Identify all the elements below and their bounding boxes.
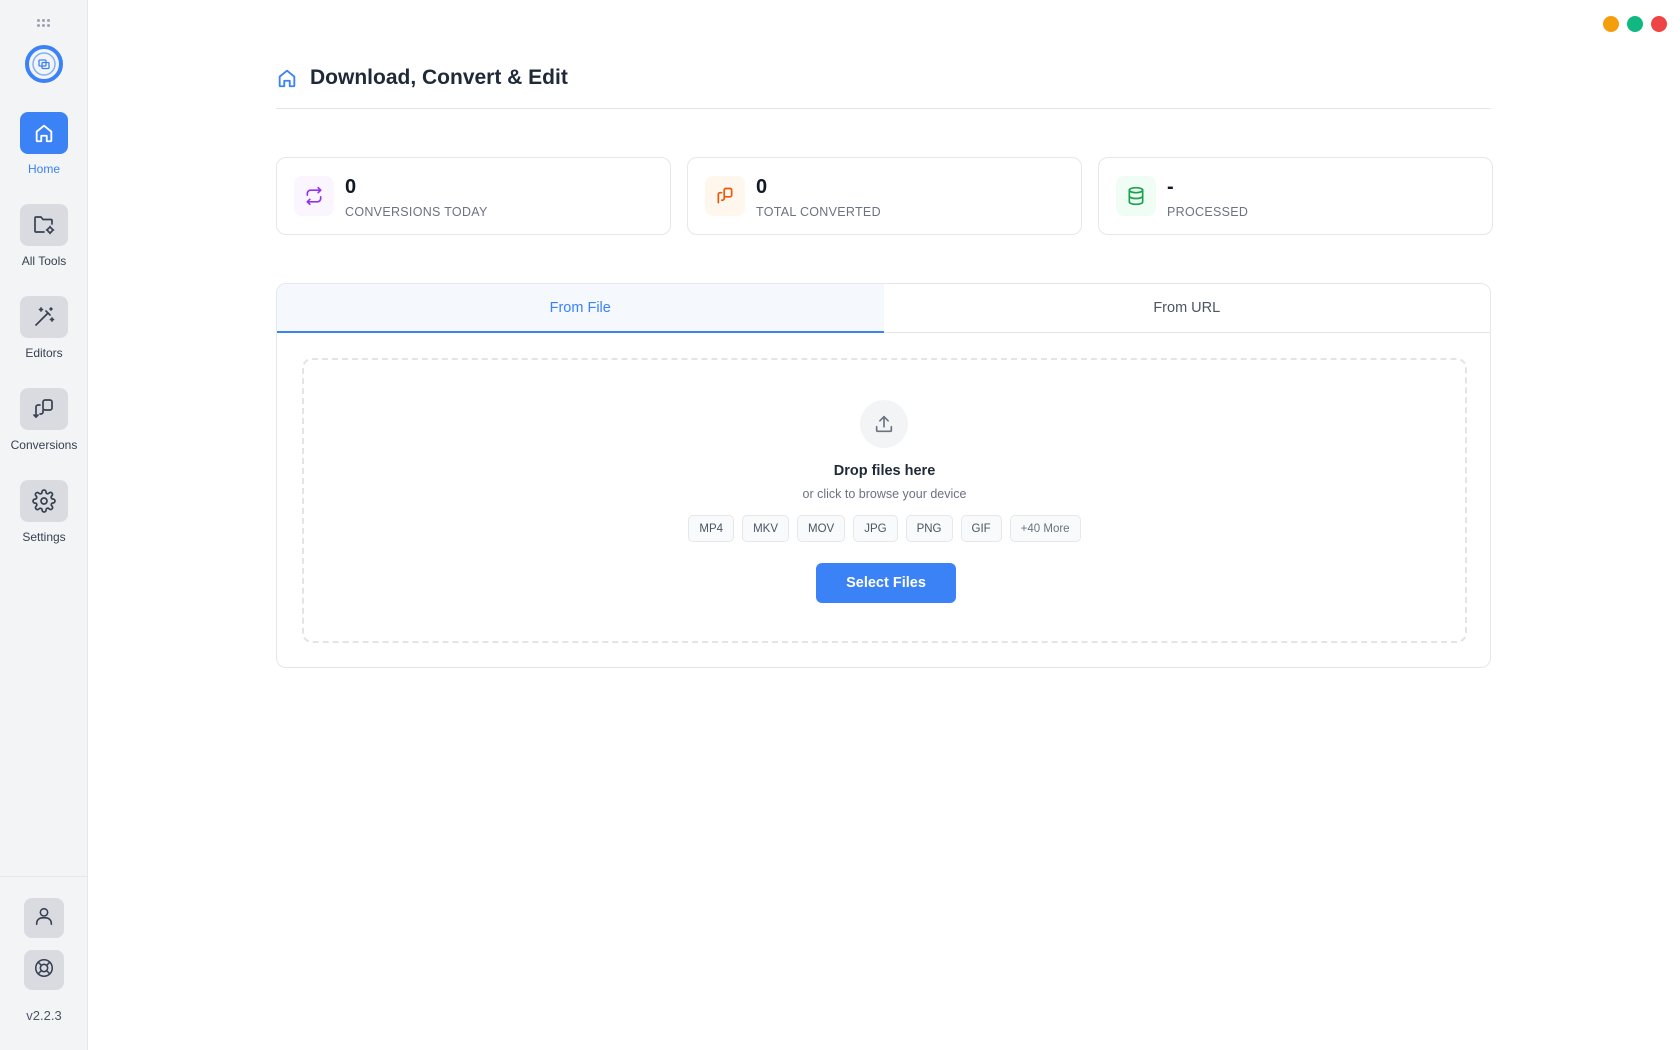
sidebar-item-label: Settings <box>22 530 66 544</box>
sidebar: Home All Tools Editors Conversions Setti… <box>0 0 88 1050</box>
sidebar-item-editors[interactable]: Editors <box>0 296 88 360</box>
maximize-window-button[interactable] <box>1627 16 1643 32</box>
stat-value: 0 <box>756 176 768 198</box>
file-dropzone[interactable]: Drop files here or click to browse your … <box>302 358 1467 643</box>
database-icon <box>1116 176 1156 216</box>
help-button[interactable] <box>24 950 64 990</box>
stat-card-total-converted: 0 TOTAL CONVERTED <box>687 157 1082 235</box>
sidebar-divider <box>0 876 88 877</box>
repeat-icon <box>294 176 334 216</box>
stat-label: CONVERSIONS TODAY <box>345 205 488 219</box>
supported-formats: MP4 MKV MOV JPG PNG GIF +40 More <box>304 515 1465 542</box>
home-icon <box>20 112 68 154</box>
account-button[interactable] <box>24 898 64 938</box>
dropzone-subtitle: or click to browse your device <box>802 487 967 501</box>
upload-icon <box>860 400 908 448</box>
stat-value: 0 <box>345 176 357 198</box>
dropzone-title: Drop files here <box>833 463 936 479</box>
close-window-button[interactable] <box>1651 16 1667 32</box>
lifebuoy-icon <box>33 957 55 984</box>
app-version: v2.2.3 <box>26 1008 62 1023</box>
more-formats-badge: +40 More <box>1009 515 1081 542</box>
format-badge: MP4 <box>688 515 735 542</box>
stat-value: - <box>1167 176 1174 198</box>
format-badge: PNG <box>905 515 953 542</box>
sidebar-item-label: All Tools <box>21 254 67 268</box>
stat-label: TOTAL CONVERTED <box>756 205 881 219</box>
app-logo-icon <box>23 43 65 85</box>
stat-card-processed: - PROCESSED <box>1098 157 1493 235</box>
copy-convert-icon <box>20 388 68 430</box>
stat-label: PROCESSED <box>1167 205 1249 219</box>
copy-convert-icon <box>705 176 745 216</box>
format-badge: GIF <box>960 515 1002 542</box>
sidebar-item-label: Conversions <box>10 438 78 452</box>
select-files-button[interactable]: Select Files <box>816 563 956 603</box>
sidebar-item-label: Editors <box>25 346 63 360</box>
magic-wand-icon <box>20 296 68 338</box>
window-controls <box>1603 16 1667 32</box>
sidebar-item-conversions[interactable]: Conversions <box>0 388 88 452</box>
stat-card-conversions-today: 0 CONVERSIONS TODAY <box>276 157 671 235</box>
tab-from-file[interactable]: From File <box>277 284 884 333</box>
upload-panel: From File From URL Drop files here or cl… <box>276 283 1491 668</box>
sidebar-item-label: Home <box>27 162 60 176</box>
sidebar-item-settings[interactable]: Settings <box>0 480 88 544</box>
sidebar-item-all-tools[interactable]: All Tools <box>0 204 88 268</box>
format-badge: MOV <box>797 515 846 542</box>
format-badge: JPG <box>853 515 898 542</box>
source-tabs: From File From URL <box>277 284 1490 333</box>
folder-gear-icon <box>20 204 68 246</box>
drag-handle-icon[interactable] <box>37 19 51 27</box>
minimize-window-button[interactable] <box>1603 16 1619 32</box>
home-icon <box>276 67 298 94</box>
sidebar-item-home[interactable]: Home <box>0 112 88 176</box>
tab-from-url[interactable]: From URL <box>884 284 1491 332</box>
page-title: Download, Convert & Edit <box>310 66 568 89</box>
gear-icon <box>20 480 68 522</box>
user-icon <box>33 905 55 932</box>
format-badge: MKV <box>742 515 789 542</box>
page-header: Download, Convert & Edit <box>276 62 1491 109</box>
